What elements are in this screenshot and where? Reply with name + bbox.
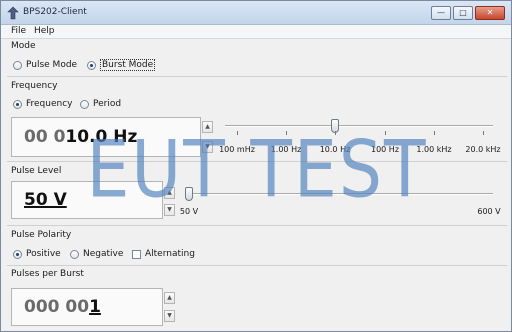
frequency-section-title: Frequency <box>11 81 58 91</box>
radio-burst-mode[interactable]: Burst Mode <box>87 59 156 71</box>
frequency-tick-label: 100 mHz <box>219 145 255 154</box>
pulse-level-max-label: 600 V <box>477 207 501 216</box>
radio-label: Frequency <box>26 99 73 109</box>
pulse-level-value: 50 V <box>24 190 67 210</box>
frequency-tick-label: 20.0 kHz <box>465 145 501 154</box>
maximize-button[interactable]: □ <box>453 6 473 20</box>
frequency-tick <box>385 131 386 135</box>
title-bar[interactable]: BPS202-Client — □ ✕ <box>1 1 511 25</box>
separator <box>7 225 507 226</box>
spin-up-icon[interactable]: ▲ <box>202 121 213 133</box>
window-title: BPS202-Client <box>23 7 87 17</box>
frequency-slider-track[interactable] <box>225 125 493 127</box>
pulses-per-burst-value: 000 001 <box>24 297 101 317</box>
radio-label: Period <box>93 99 122 109</box>
separator <box>7 161 507 162</box>
radio-label: Positive <box>26 249 61 259</box>
frequency-tick <box>237 131 238 135</box>
spin-down-icon[interactable]: ▼ <box>164 204 175 216</box>
frequency-tick <box>434 131 435 135</box>
checkbox-label: Alternating <box>145 249 195 259</box>
spin-up-icon[interactable]: ▲ <box>164 292 175 304</box>
frequency-tick <box>483 131 484 135</box>
pulses-per-burst-field[interactable]: 000 001 <box>11 288 163 326</box>
close-button[interactable]: ✕ <box>475 6 505 20</box>
menu-bar: File Help <box>1 25 511 39</box>
frequency-value: 00 010.0 Hz <box>24 127 137 147</box>
pulse-level-slider-thumb[interactable] <box>185 187 193 201</box>
pulse-level-slider-track[interactable] <box>185 193 493 195</box>
frequency-tick <box>335 131 336 135</box>
separator <box>7 265 507 266</box>
spin-up-icon[interactable]: ▲ <box>164 187 175 199</box>
frequency-tick-label: 1.00 kHz <box>416 145 452 154</box>
spin-down-icon[interactable]: ▼ <box>164 310 175 322</box>
app-icon <box>7 6 19 20</box>
checkbox[interactable] <box>132 249 141 259</box>
radio-button-selected[interactable] <box>87 60 96 70</box>
frequency-tick-label: 100 Hz <box>370 145 400 154</box>
radio-button[interactable] <box>13 60 22 70</box>
minimize-button[interactable]: — <box>431 6 451 20</box>
radio-button-selected[interactable] <box>13 249 22 259</box>
frequency-tick <box>286 131 287 135</box>
radio-button[interactable] <box>70 249 79 259</box>
radio-button-selected[interactable] <box>13 99 22 109</box>
frequency-value-bold: 10.0 Hz <box>65 127 138 147</box>
pulses-per-burst-value-bold: 1 <box>89 297 101 317</box>
pulse-polarity-section-title: Pulse Polarity <box>11 230 72 240</box>
radio-frequency[interactable]: Frequency <box>13 98 73 110</box>
pulse-level-field[interactable]: 50 V <box>11 181 163 219</box>
mode-section-title: Mode <box>11 41 36 51</box>
radio-label: Negative <box>83 249 124 259</box>
pulses-per-burst-section-title: Pulses per Burst <box>11 269 84 279</box>
frequency-value-dim: 00 0 <box>24 127 66 147</box>
menu-file[interactable]: File <box>11 26 26 36</box>
radio-positive[interactable]: Positive <box>13 248 61 260</box>
radio-pulse-mode[interactable]: Pulse Mode <box>13 59 77 71</box>
separator <box>7 76 507 77</box>
menu-help[interactable]: Help <box>34 26 55 36</box>
checkbox-alternating[interactable]: Alternating <box>132 248 195 260</box>
frequency-tick-label: 10.0 Hz <box>319 145 351 154</box>
app-window: BPS202-Client — □ ✕ File Help Mode Pulse… <box>0 0 512 332</box>
radio-period[interactable]: Period <box>80 98 121 110</box>
radio-negative[interactable]: Negative <box>70 248 123 260</box>
radio-label: Burst Mode <box>100 59 156 71</box>
frequency-value-field[interactable]: 00 010.0 Hz <box>11 117 201 157</box>
frequency-tick-label: 1.00 Hz <box>270 145 302 154</box>
pulses-per-burst-value-dim: 000 00 <box>24 297 90 317</box>
spin-down-icon[interactable]: ▼ <box>202 141 213 153</box>
pulse-level-min-label: 50 V <box>179 207 199 216</box>
radio-button[interactable] <box>80 99 89 109</box>
radio-label: Pulse Mode <box>26 60 78 70</box>
pulse-level-section-title: Pulse Level <box>11 166 62 176</box>
